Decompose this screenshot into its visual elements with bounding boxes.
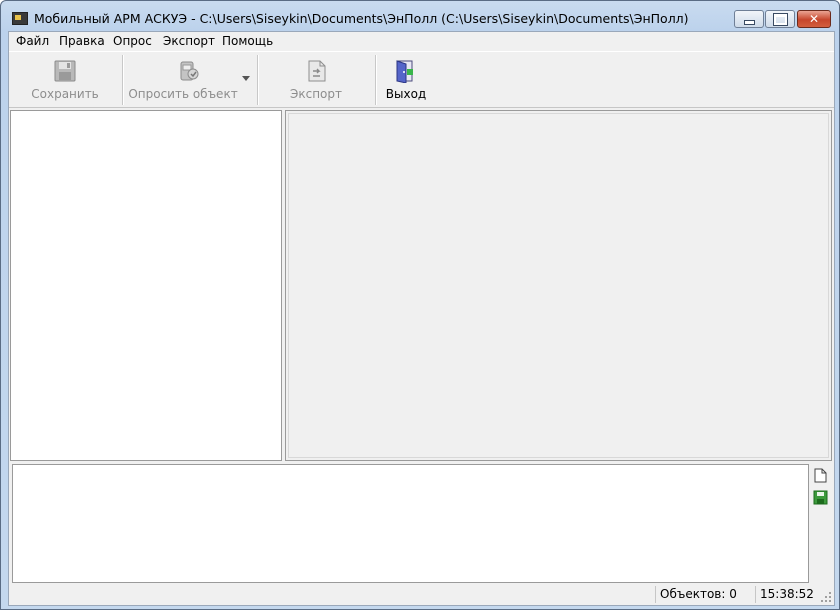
window-title: Мобильный АРМ АСКУЭ - C:\Users\Siseykin\…	[34, 11, 689, 26]
status-time: 15:38:52	[755, 586, 830, 603]
save-icon	[54, 60, 76, 82]
object-tree-panel[interactable]	[10, 110, 282, 461]
objects-count: Объектов: 0	[655, 586, 750, 603]
title-bar[interactable]: Мобильный АРМ АСКУЭ - C:\Users\Siseykin\…	[1, 1, 839, 35]
details-panel[interactable]	[285, 110, 832, 461]
exit-button[interactable]: Выход	[381, 54, 431, 104]
menu-edit[interactable]: Правка	[59, 34, 105, 48]
app-icon[interactable]	[12, 12, 28, 25]
menu-bar: Файл Правка Опрос Экспорт Помощь	[9, 32, 834, 52]
exit-door-icon	[396, 60, 413, 83]
export-label: Экспорт	[289, 87, 343, 101]
poll-object-label: Опросить объект	[128, 87, 238, 101]
close-icon: ✕	[808, 12, 820, 26]
poll-object-icon	[180, 61, 199, 81]
export-icon	[308, 60, 326, 82]
app-window: Мобильный АРМ АСКУЭ - C:\Users\Siseykin\…	[0, 0, 840, 610]
export-button[interactable]: Экспорт	[271, 54, 361, 104]
minimize-icon	[743, 19, 755, 25]
maximize-icon	[772, 12, 788, 26]
resize-grip-icon[interactable]	[820, 591, 832, 603]
menu-file[interactable]: Файл	[16, 34, 49, 48]
save-log-icon[interactable]	[813, 490, 828, 505]
log-panel[interactable]	[12, 464, 809, 583]
menu-export[interactable]: Экспорт	[163, 34, 215, 48]
menu-poll[interactable]: Опрос	[113, 34, 152, 48]
save-label: Сохранить	[31, 87, 99, 101]
exit-label: Выход	[385, 87, 427, 101]
close-button[interactable]: ✕	[797, 10, 831, 28]
chevron-down-icon[interactable]	[242, 76, 250, 81]
toolbar: Сохранить Опросить объект Экспорт Выход	[9, 52, 834, 108]
poll-object-button[interactable]: Опросить объект	[128, 54, 264, 104]
maximize-button[interactable]	[765, 10, 795, 28]
client-area: Файл Правка Опрос Экспорт Помощь Сохрани…	[8, 31, 835, 606]
status-bar: Объектов: 0 15:38:52	[9, 584, 834, 605]
menu-help[interactable]: Помощь	[222, 34, 273, 48]
new-document-icon[interactable]	[814, 468, 827, 483]
minimize-button[interactable]	[734, 10, 764, 28]
save-button[interactable]: Сохранить	[17, 54, 113, 104]
